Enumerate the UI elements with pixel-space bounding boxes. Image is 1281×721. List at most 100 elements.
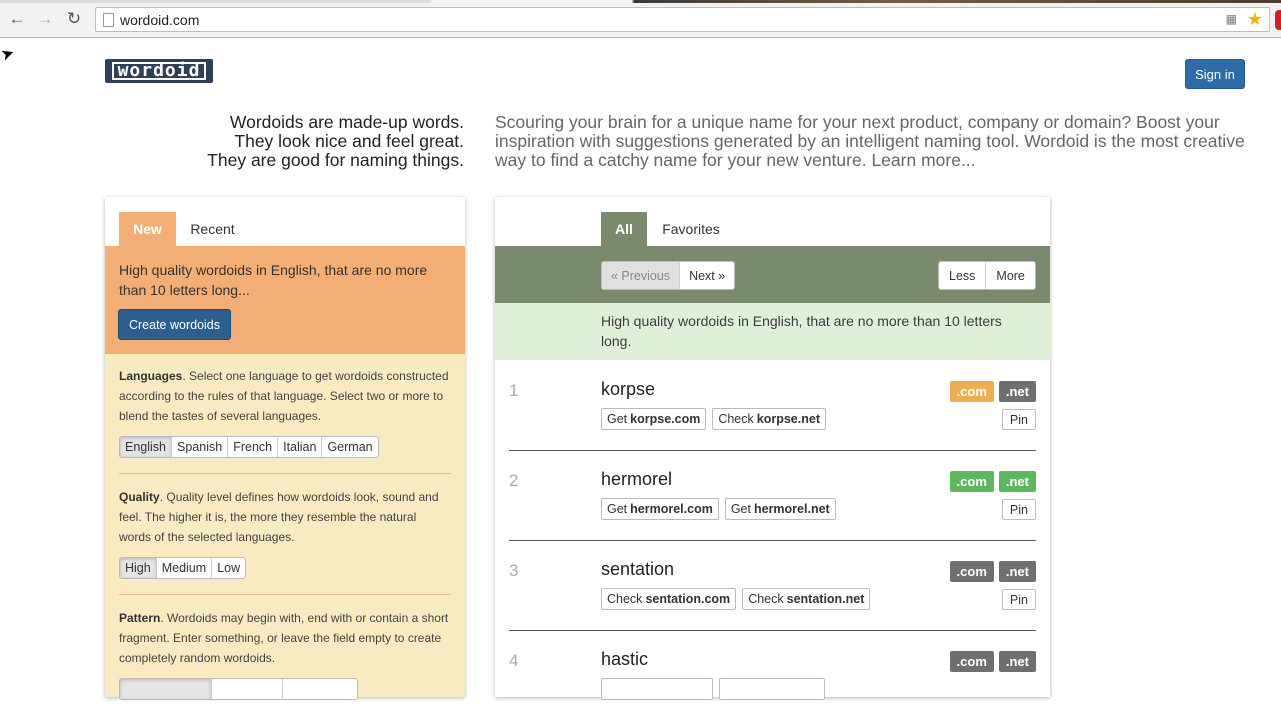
result-word: hastic — [601, 649, 649, 669]
result-links — [601, 678, 825, 700]
domain-badges: .com .net — [949, 381, 1036, 402]
generator-panel: New Recent High quality wordoids in Engl… — [105, 197, 465, 700]
wordoid-logo[interactable]: wordoid — [105, 59, 213, 83]
domain-action-link[interactable]: Get hermorel.com — [601, 498, 719, 520]
result-links: Get korpse.com Check korpse.net — [601, 408, 826, 430]
result-word: korpse — [601, 379, 656, 399]
results-toolbar: « Previous Next » Less More — [495, 246, 1050, 303]
domain-action-link[interactable] — [601, 678, 713, 700]
pattern-option-3[interactable] — [283, 679, 357, 699]
pattern-options — [119, 678, 358, 700]
domain-action-link[interactable]: Check korpse.net — [712, 408, 826, 430]
tagline-line-2: They look nice and feel great. — [234, 131, 464, 151]
languages-title: Languages — [119, 369, 183, 383]
link-domain: sentation.net — [786, 592, 865, 606]
quality-title: Quality — [119, 490, 160, 504]
logo-text: wordoid — [111, 62, 207, 80]
language-french[interactable]: French — [228, 437, 279, 457]
learn-more-link[interactable]: Learn more... — [871, 150, 975, 170]
generator-tabs: New Recent — [105, 197, 465, 246]
com-badge[interactable]: .com — [949, 381, 994, 402]
tab-favorites[interactable]: Favorites — [651, 212, 731, 246]
create-wordoids-button[interactable]: Create wordoids — [118, 309, 231, 340]
link-prefix: Get — [730, 502, 751, 516]
link-domain: hermorel.net — [753, 502, 830, 516]
net-badge[interactable]: .net — [998, 471, 1036, 492]
net-badge[interactable]: .net — [998, 381, 1036, 402]
com-badge[interactable]: .com — [949, 471, 994, 492]
extension-icon[interactable] — [1275, 10, 1281, 30]
language-spanish[interactable]: Spanish — [172, 437, 229, 457]
domain-action-link[interactable] — [719, 678, 825, 700]
quality-low[interactable]: Low — [212, 558, 245, 578]
sign-in-button[interactable]: Sign in — [1185, 59, 1245, 89]
size-controls: Less More — [938, 261, 1036, 290]
tab-all[interactable]: All — [601, 212, 647, 246]
quality-high[interactable]: High — [120, 558, 157, 578]
back-icon[interactable]: ← — [6, 8, 28, 30]
pattern-option-1[interactable] — [120, 679, 212, 699]
pattern-option-2[interactable] — [212, 679, 283, 699]
less-button[interactable]: Less — [939, 262, 987, 289]
mouse-cursor-icon: ➤ — [0, 44, 18, 65]
link-prefix: Get — [607, 502, 628, 516]
net-badge[interactable]: .net — [998, 561, 1036, 582]
quality-section: Quality. Quality level defines how wordo… — [119, 487, 451, 547]
link-domain: korpse.com — [630, 412, 701, 426]
forward-icon[interactable]: → — [34, 8, 56, 30]
language-german[interactable]: German — [322, 437, 377, 457]
link-domain: hermorel.com — [630, 502, 713, 516]
reload-icon[interactable]: ↻ — [63, 8, 85, 30]
intro-text: Scouring your brain for a unique name fo… — [495, 113, 1255, 170]
link-prefix: Check — [718, 412, 754, 426]
quality-help: . Quality level defines how wordoids loo… — [119, 490, 439, 544]
pin-button[interactable]: Pin — [1001, 589, 1036, 610]
domain-action-link[interactable]: Check sentation.net — [742, 588, 871, 610]
result-row: 2 hermorel Get hermorel.com Get hermorel.n… — [509, 451, 1036, 541]
pattern-title: Pattern — [119, 611, 161, 625]
result-row: 4 hastic .com .net — [509, 631, 1036, 721]
language-italian[interactable]: Italian — [278, 437, 323, 457]
result-number: 1 — [509, 381, 519, 400]
tab-new[interactable]: New — [119, 212, 176, 246]
quality-medium[interactable]: Medium — [157, 558, 213, 578]
divider — [119, 473, 451, 474]
languages-section: Languages. Select one language to get wo… — [119, 366, 451, 426]
net-badge[interactable]: .net — [998, 651, 1036, 672]
result-links: Check sentation.com Check sentation.net — [601, 588, 871, 610]
link-prefix: Check — [607, 592, 643, 606]
link-prefix: Check — [748, 592, 784, 606]
translate-icon[interactable]: ▦ — [1226, 12, 1237, 26]
next-button[interactable]: Next » — [680, 262, 734, 289]
address-bar[interactable]: wordoid.com ▦ ★ — [95, 7, 1270, 32]
generator-summary: High quality wordoids in English, that a… — [105, 246, 465, 354]
result-number: 4 — [509, 651, 519, 670]
divider — [119, 594, 451, 595]
star-icon[interactable]: ★ — [1247, 9, 1263, 30]
language-options: English Spanish French Italian German — [119, 436, 379, 458]
result-word: hermorel — [601, 469, 673, 489]
com-badge[interactable]: .com — [949, 651, 994, 672]
browser-toolbar: ← → ↻ wordoid.com ▦ ★ — [0, 0, 1281, 38]
result-number: 2 — [509, 471, 519, 490]
previous-button[interactable]: « Previous — [602, 262, 681, 289]
link-domain: sentation.com — [645, 592, 731, 606]
link-domain: korpse.net — [756, 412, 820, 426]
tab-recent[interactable]: Recent — [180, 212, 245, 246]
language-english[interactable]: English — [120, 437, 172, 457]
result-links: Get hermorel.com Get hermorel.net — [601, 498, 836, 520]
tagline: Wordoids are made-up words. They look ni… — [140, 113, 464, 170]
pin-button[interactable]: Pin — [1001, 409, 1036, 430]
domain-action-link[interactable]: Get korpse.com — [601, 408, 707, 430]
domain-action-link[interactable]: Check sentation.com — [601, 588, 737, 610]
link-prefix: Get — [607, 412, 628, 426]
tagline-line-3: They are good for naming things. — [207, 150, 464, 170]
results-info-text: High quality wordoids in English, that a… — [601, 313, 1002, 349]
url-text: wordoid.com — [120, 12, 200, 28]
pager: « Previous Next » — [601, 261, 736, 290]
more-button[interactable]: More — [986, 262, 1034, 289]
com-badge[interactable]: .com — [949, 561, 994, 582]
domain-badges: .com .net — [949, 561, 1036, 582]
domain-action-link[interactable]: Get hermorel.net — [724, 498, 836, 520]
pin-button[interactable]: Pin — [1001, 499, 1036, 520]
